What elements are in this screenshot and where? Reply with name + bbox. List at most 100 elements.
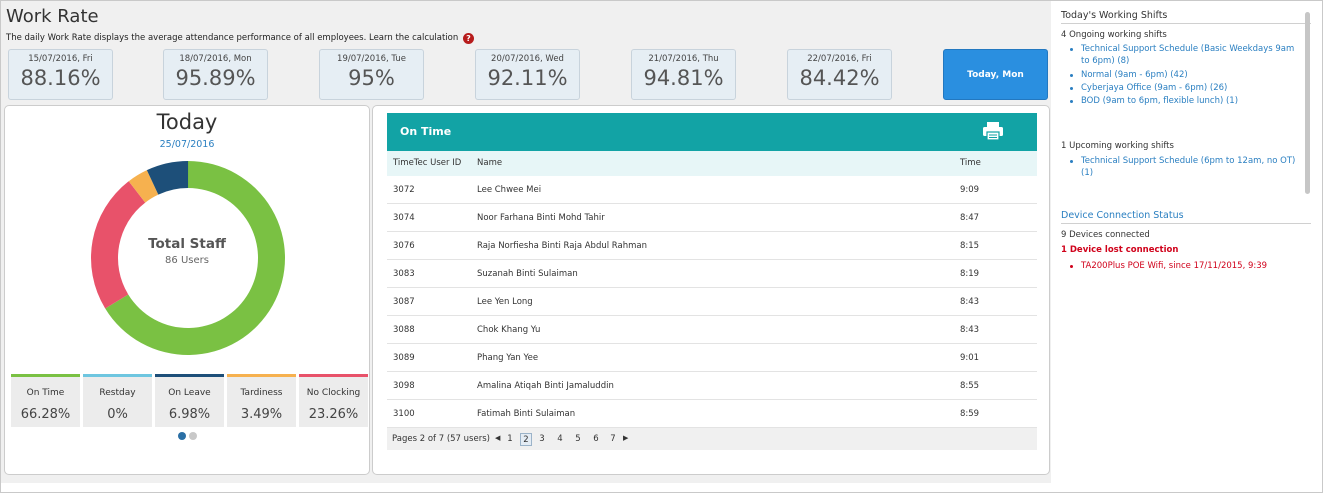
bullet [1070, 48, 1073, 51]
ontime-panel: On Time TimeTec User ID Name Time 3072 L… [372, 105, 1050, 475]
help-icon[interactable]: ? [462, 33, 474, 44]
table-row[interactable]: 3100 Fatimah Binti Sulaiman 8:59 [387, 400, 1037, 428]
table-row[interactable]: 3098 Amalina Atiqah Binti Jamaluddin 8:5… [387, 372, 1037, 400]
day-card[interactable]: 19/07/2016, Tue 95% [319, 49, 424, 100]
cell-name: Noor Farhana Binti Mohd Tahir [477, 213, 605, 223]
pager-info: Pages 2 of 7 (57 users) [392, 434, 490, 444]
day-card-date: 19/07/2016, Tue [337, 54, 406, 64]
stat-restday[interactable]: Restday 0% [83, 374, 152, 427]
stat-on-leave[interactable]: On Leave 6.98% [155, 374, 224, 427]
stat-no-clocking[interactable]: No Clocking 23.26% [299, 374, 368, 427]
page-link[interactable]: 5 [572, 433, 584, 446]
cell-user-id: 3100 [393, 409, 415, 419]
cell-time: 8:43 [960, 297, 980, 307]
shift-link[interactable]: BOD (9am to 6pm, flexible lunch) (1) [1081, 95, 1296, 107]
cell-time: 8:55 [960, 381, 980, 391]
donut-subtitle: 86 Users [165, 255, 209, 266]
cell-user-id: 3083 [393, 269, 415, 279]
today-title: Today [156, 110, 218, 134]
stat-on-time[interactable]: On Time 66.28% [11, 374, 80, 427]
next-page-icon[interactable]: ▶ [623, 434, 628, 442]
page-subtitle: The daily Work Rate displays the average… [6, 33, 474, 44]
column-header-user-id[interactable]: TimeTec User ID [393, 158, 461, 168]
stat-value: 23.26% [308, 407, 359, 422]
bullet [1070, 160, 1073, 163]
page-link[interactable]: 7 [607, 433, 619, 446]
page-link[interactable]: 6 [590, 433, 602, 446]
bullet [1070, 74, 1073, 77]
shift-link[interactable]: Normal (9am - 6pm) (42) [1081, 69, 1296, 81]
page-link[interactable]: 4 [554, 433, 566, 446]
day-card[interactable]: 20/07/2016, Wed 92.11% [475, 49, 580, 100]
table-row[interactable]: 3083 Suzanah Binti Sulaiman 8:19 [387, 260, 1037, 288]
cell-name: Lee Chwee Mei [477, 185, 542, 195]
cell-time: 8:19 [960, 269, 980, 279]
cell-time: 8:47 [960, 213, 980, 223]
stat-color-bar [155, 374, 224, 377]
carousel-dot[interactable] [189, 432, 197, 440]
table-header: TimeTec User ID Name Time [387, 151, 1037, 176]
day-card-rate: 92.11% [487, 66, 568, 90]
ontime-header: On Time [387, 113, 1037, 151]
sidebar-scrollbar[interactable] [1305, 12, 1310, 194]
day-card[interactable]: 15/07/2016, Fri 88.16% [8, 49, 113, 100]
main-area: Work Rate The daily Work Rate displays t… [1, 1, 1051, 483]
cell-name: Raja Norfiesha Binti Raja Abdul Rahman [477, 241, 647, 251]
table-row[interactable]: 3089 Phang Yan Yee 9:01 [387, 344, 1037, 372]
day-card-rate: 95.89% [175, 66, 256, 90]
page-link[interactable]: 3 [536, 433, 548, 446]
column-header-name[interactable]: Name [477, 158, 502, 168]
page-link-active[interactable]: 2 [520, 433, 532, 446]
day-card-date: 22/07/2016, Fri [807, 54, 872, 64]
divider [1061, 23, 1311, 24]
devices-connected: 9 Devices connected [1061, 230, 1150, 240]
today-button[interactable]: Today, Mon [943, 49, 1048, 100]
bullet [1070, 87, 1073, 90]
shift-link[interactable]: Technical Support Schedule (Basic Weekda… [1081, 43, 1296, 67]
day-card-date: 20/07/2016, Wed [491, 54, 564, 64]
cell-user-id: 3087 [393, 297, 415, 307]
shift-link[interactable]: Technical Support Schedule (6pm to 12am,… [1081, 155, 1296, 179]
cell-user-id: 3076 [393, 241, 415, 251]
divider [1061, 223, 1311, 224]
day-card[interactable]: 21/07/2016, Thu 94.81% [631, 49, 736, 100]
table-row[interactable]: 3087 Lee Yen Long 8:43 [387, 288, 1037, 316]
subtitle-text: The daily Work Rate displays the average… [6, 33, 459, 43]
cell-name: Lee Yen Long [477, 297, 533, 307]
day-card-rate: 88.16% [20, 66, 101, 90]
day-card-date: 21/07/2016, Thu [648, 54, 719, 64]
today-date: 25/07/2016 [159, 139, 215, 150]
bullet [1070, 265, 1073, 268]
stat-value: 3.49% [240, 407, 283, 422]
stat-value: 6.98% [168, 407, 211, 422]
cell-time: 8:59 [960, 409, 980, 419]
table-row[interactable]: 3074 Noor Farhana Binti Mohd Tahir 8:47 [387, 204, 1037, 232]
stat-color-bar [83, 374, 152, 377]
day-card-rate: 95% [348, 66, 395, 90]
cell-name: Amalina Atiqah Binti Jamaluddin [477, 381, 614, 391]
printer-icon[interactable] [982, 121, 1004, 141]
day-card[interactable]: 22/07/2016, Fri 84.42% [787, 49, 892, 100]
cell-name: Chok Khang Yu [477, 325, 541, 335]
shift-link[interactable]: Cyberjaya Office (9am - 6pm) (26) [1081, 82, 1296, 94]
day-card-rate: 84.42% [799, 66, 880, 90]
stat-color-bar [299, 374, 368, 377]
table-row[interactable]: 3088 Chok Khang Yu 8:43 [387, 316, 1037, 344]
column-header-time[interactable]: Time [960, 158, 981, 168]
stat-tardiness[interactable]: Tardiness 3.49% [227, 374, 296, 427]
lost-device-item[interactable]: TA200Plus POE Wifi, since 17/11/2015, 9:… [1081, 261, 1267, 271]
carousel-dot-active[interactable] [178, 432, 186, 440]
table-row[interactable]: 3076 Raja Norfiesha Binti Raja Abdul Rah… [387, 232, 1037, 260]
today-panel: Today 25/07/2016 Total Staff 86 Users On… [4, 105, 370, 475]
device-status-heading[interactable]: Device Connection Status [1061, 210, 1184, 221]
stat-label: Restday [99, 388, 136, 398]
table-row[interactable]: 3072 Lee Chwee Mei 9:09 [387, 176, 1037, 204]
stat-color-bar [11, 374, 80, 377]
upcoming-shifts-label: 1 Upcoming working shifts [1061, 141, 1174, 151]
devices-lost-label: 1 Device lost connection [1061, 245, 1179, 255]
page-link[interactable]: 1 [504, 433, 516, 446]
cell-user-id: 3088 [393, 325, 415, 335]
stat-label: Tardiness [240, 388, 283, 398]
prev-page-icon[interactable]: ◀ [495, 434, 500, 442]
day-card[interactable]: 18/07/2016, Mon 95.89% [163, 49, 268, 100]
